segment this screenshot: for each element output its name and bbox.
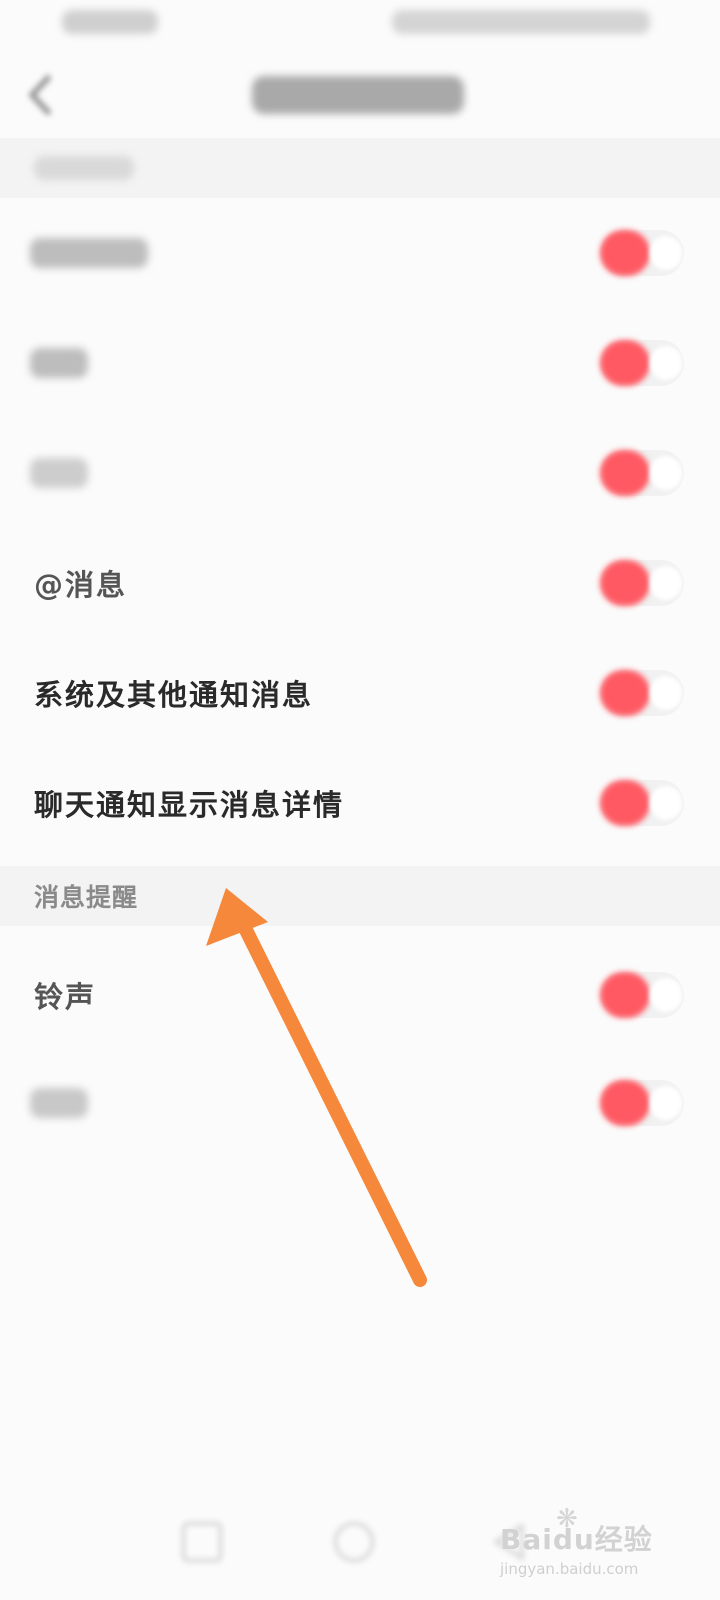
row-label-blurred (30, 238, 148, 268)
status-bar (0, 0, 720, 50)
toggle-switch[interactable] (600, 560, 684, 606)
toggle-knob (600, 340, 650, 386)
section-header-notifications (0, 138, 720, 198)
toggle-edge (650, 1086, 682, 1120)
home-button[interactable] (334, 1522, 374, 1562)
toggle-switch[interactable] (600, 450, 684, 496)
setting-row-blurred-2[interactable] (0, 308, 720, 418)
status-time-blurred (62, 10, 158, 34)
toggle-knob (600, 450, 650, 496)
row-label-blurred (30, 348, 88, 378)
setting-row-blurred-3[interactable] (0, 418, 720, 528)
title-bar (0, 50, 720, 140)
setting-row-system-notifications[interactable]: 系统及其他通知消息 (0, 638, 720, 748)
watermark-url: jingyan.baidu.com (500, 1560, 639, 1578)
toggle-knob (600, 670, 650, 716)
row-label-blurred (30, 1088, 88, 1118)
toggle-switch[interactable] (600, 1080, 684, 1126)
setting-row-at-messages[interactable]: @消息 (0, 528, 720, 638)
section-title: 消息提醒 (34, 883, 139, 912)
toggle-edge (650, 786, 682, 820)
toggle-switch[interactable] (600, 340, 684, 386)
toggle-edge (650, 456, 682, 490)
toggle-knob (600, 560, 650, 606)
baidu-watermark: ❋ Baidu经验 jingyan.baidu.com (500, 1504, 680, 1588)
setting-row-ringtone[interactable]: 铃声 (0, 940, 720, 1050)
watermark-logo: Baidu经验 (500, 1523, 653, 1556)
back-chevron-icon (29, 75, 51, 115)
toggle-edge (650, 346, 682, 380)
row-label: 铃声 (34, 980, 97, 1014)
setting-row-chat-details[interactable]: 聊天通知显示消息详情 (0, 748, 720, 858)
row-label: 系统及其他通知消息 (34, 678, 314, 712)
toggle-knob (600, 780, 650, 826)
section-title-blurred (34, 156, 134, 180)
row-label-blurred (30, 458, 88, 488)
setting-row-blurred-vibration[interactable] (0, 1048, 720, 1158)
toggle-knob (600, 230, 650, 276)
toggle-knob (600, 972, 650, 1018)
back-button[interactable] (20, 72, 60, 118)
toggle-edge (650, 978, 682, 1012)
section-header-message-reminder: 消息提醒 (0, 866, 720, 926)
toggle-switch[interactable] (600, 780, 684, 826)
status-icons-blurred (392, 10, 650, 34)
toggle-switch[interactable] (600, 670, 684, 716)
row-label: @消息 (34, 568, 128, 602)
row-label: 聊天通知显示消息详情 (34, 788, 345, 822)
setting-row-blurred-1[interactable] (0, 198, 720, 308)
toggle-switch[interactable] (600, 972, 684, 1018)
toggle-edge (650, 676, 682, 710)
screen: @消息 系统及其他通知消息 聊天通知显示消息详情 消息提醒 铃声 ❋ Baidu… (0, 0, 720, 1600)
toggle-edge (650, 236, 682, 270)
toggle-edge (650, 566, 682, 600)
toggle-switch[interactable] (600, 230, 684, 276)
toggle-knob (600, 1080, 650, 1126)
recent-apps-button[interactable] (182, 1522, 222, 1562)
page-title-blurred (252, 76, 464, 114)
